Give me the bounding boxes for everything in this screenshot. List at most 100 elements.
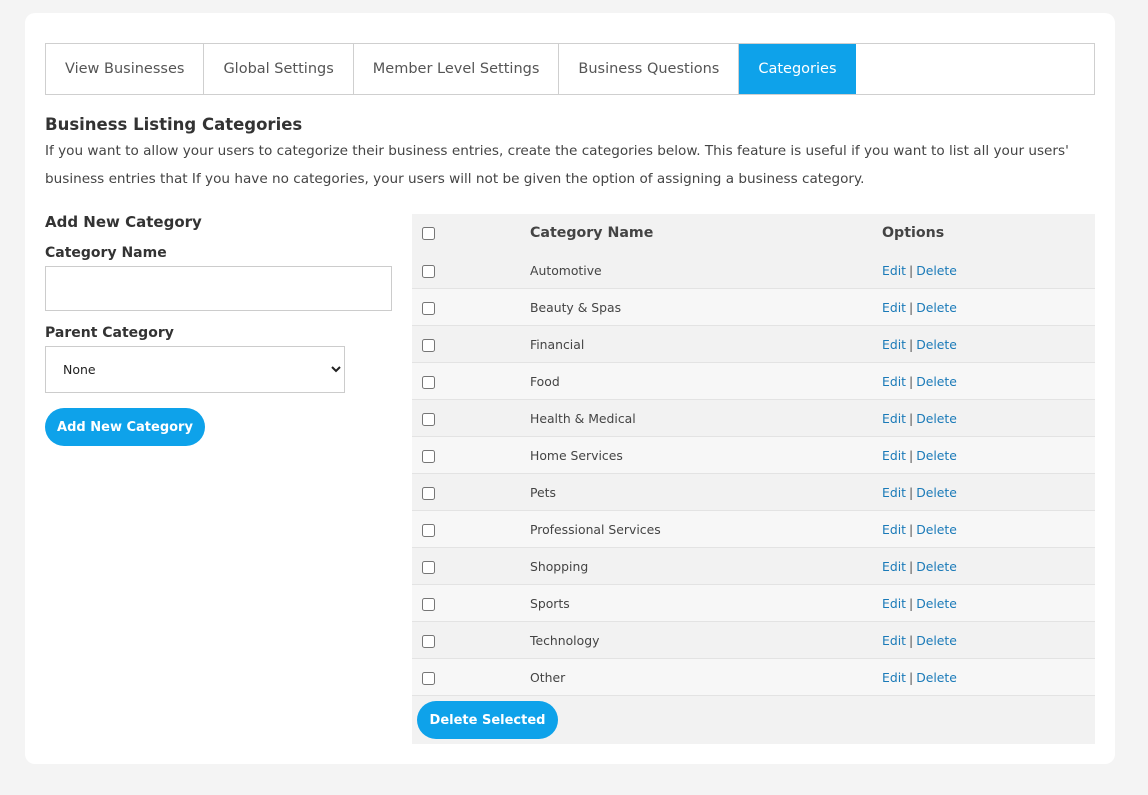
delete-link[interactable]: Delete xyxy=(916,337,957,352)
categories-table: Category Name Options Automotive Edit | Del… xyxy=(412,214,1095,696)
row-options: Edit | Delete xyxy=(882,252,1095,289)
row-checkbox[interactable] xyxy=(422,264,435,278)
delete-link[interactable]: Delete xyxy=(916,596,957,611)
delete-link[interactable]: Delete xyxy=(916,448,957,463)
option-separator: | xyxy=(909,336,914,352)
row-checkbox[interactable] xyxy=(422,486,435,500)
row-checkbox[interactable] xyxy=(422,671,435,685)
table-row: Technology Edit | Delete xyxy=(412,621,1095,659)
categories-table-panel: Category Name Options Automotive Edit | Del… xyxy=(412,214,1095,744)
row-checkbox[interactable] xyxy=(422,560,435,574)
delete-link[interactable]: Delete xyxy=(916,485,957,500)
category-name-cell: Pets xyxy=(530,473,882,511)
edit-link[interactable]: Edit xyxy=(882,337,906,352)
table-row: Professional Services Edit | Delete xyxy=(412,510,1095,548)
edit-link[interactable]: Edit xyxy=(882,522,906,537)
delete-link[interactable]: Delete xyxy=(916,374,957,389)
category-name-cell: Health & Medical xyxy=(530,399,882,437)
edit-link[interactable]: Edit xyxy=(882,374,906,389)
category-name-cell: Financial xyxy=(530,325,882,363)
edit-link[interactable]: Edit xyxy=(882,596,906,611)
tab-business-questions[interactable]: Business Questions xyxy=(559,44,740,94)
option-separator: | xyxy=(909,299,914,315)
row-options: Edit | Delete xyxy=(882,584,1095,622)
option-separator: | xyxy=(909,595,914,611)
row-checkbox[interactable] xyxy=(422,301,435,315)
tab-categories[interactable]: Categories xyxy=(739,44,856,94)
tab-view-businesses[interactable]: View Businesses xyxy=(46,44,205,94)
category-name-cell: Shopping xyxy=(530,547,882,585)
row-checkbox[interactable] xyxy=(422,338,435,352)
row-options: Edit | Delete xyxy=(882,288,1095,326)
row-options: Edit | Delete xyxy=(882,325,1095,363)
delete-link[interactable]: Delete xyxy=(916,522,957,537)
table-row: Financial Edit | Delete xyxy=(412,325,1095,363)
edit-link[interactable]: Edit xyxy=(882,559,906,574)
row-options: Edit | Delete xyxy=(882,621,1095,659)
main-card: View Businesses Global Settings Member L… xyxy=(25,13,1115,764)
category-name-cell: Technology xyxy=(530,621,882,659)
delete-link[interactable]: Delete xyxy=(916,411,957,426)
section-title: Business Listing Categories xyxy=(45,115,303,134)
tab-member-level-settings[interactable]: Member Level Settings xyxy=(354,44,560,94)
row-checkbox[interactable] xyxy=(422,375,435,389)
row-checkbox[interactable] xyxy=(422,634,435,648)
category-name-input[interactable] xyxy=(45,266,392,311)
edit-link[interactable]: Edit xyxy=(882,670,906,685)
option-separator: | xyxy=(909,669,914,685)
option-separator: | xyxy=(909,558,914,574)
row-checkbox[interactable] xyxy=(422,449,435,463)
table-row: Sports Edit | Delete xyxy=(412,584,1095,622)
delete-selected-button[interactable]: Delete Selected xyxy=(417,701,558,739)
option-separator: | xyxy=(909,484,914,500)
category-name-cell: Automotive xyxy=(530,252,882,289)
table-row: Home Services Edit | Delete xyxy=(412,436,1095,474)
edit-link[interactable]: Edit xyxy=(882,411,906,426)
row-checkbox[interactable] xyxy=(422,523,435,537)
table-row: Automotive Edit | Delete xyxy=(412,252,1095,289)
row-options: Edit | Delete xyxy=(882,547,1095,585)
table-row: Health & Medical Edit | Delete xyxy=(412,399,1095,437)
category-name-cell: Home Services xyxy=(530,436,882,474)
option-separator: | xyxy=(909,262,914,278)
edit-link[interactable]: Edit xyxy=(882,263,906,278)
table-row: Shopping Edit | Delete xyxy=(412,547,1095,585)
options-header: Options xyxy=(882,225,945,241)
category-name-header: Category Name xyxy=(530,225,654,241)
settings-tabs: View Businesses Global Settings Member L… xyxy=(45,43,1095,95)
parent-category-label: Parent Category xyxy=(45,325,174,341)
row-checkbox[interactable] xyxy=(422,597,435,611)
row-checkbox[interactable] xyxy=(422,412,435,426)
row-options: Edit | Delete xyxy=(882,473,1095,511)
row-options: Edit | Delete xyxy=(882,436,1095,474)
option-separator: | xyxy=(909,410,914,426)
section-description: If you want to allow your users to categ… xyxy=(45,143,1069,187)
form-heading: Add New Category xyxy=(45,213,202,231)
table-row: Pets Edit | Delete xyxy=(412,473,1095,511)
delete-link[interactable]: Delete xyxy=(916,670,957,685)
table-row: Other Edit | Delete xyxy=(412,658,1095,696)
edit-link[interactable]: Edit xyxy=(882,633,906,648)
table-row: Food Edit | Delete xyxy=(412,362,1095,400)
delete-link[interactable]: Delete xyxy=(916,263,957,278)
select-all-checkbox[interactable] xyxy=(422,226,435,240)
delete-link[interactable]: Delete xyxy=(916,559,957,574)
category-name-cell: Sports xyxy=(530,584,882,622)
parent-category-select[interactable]: None xyxy=(45,346,345,393)
table-row: Beauty & Spas Edit | Delete xyxy=(412,288,1095,326)
category-name-cell: Beauty & Spas xyxy=(530,288,882,326)
edit-link[interactable]: Edit xyxy=(882,485,906,500)
edit-link[interactable]: Edit xyxy=(882,300,906,315)
tab-global-settings[interactable]: Global Settings xyxy=(204,44,354,94)
category-name-label: Category Name xyxy=(45,245,167,261)
option-separator: | xyxy=(909,447,914,463)
add-new-category-button[interactable]: Add New Category xyxy=(45,408,205,446)
delete-link[interactable]: Delete xyxy=(916,633,957,648)
add-category-form: Add New Category Category Name Parent Ca… xyxy=(45,213,395,446)
row-options: Edit | Delete xyxy=(882,399,1095,437)
option-separator: | xyxy=(909,373,914,389)
edit-link[interactable]: Edit xyxy=(882,448,906,463)
delete-link[interactable]: Delete xyxy=(916,300,957,315)
table-header-row: Category Name Options xyxy=(412,214,1095,252)
row-options: Edit | Delete xyxy=(882,362,1095,400)
